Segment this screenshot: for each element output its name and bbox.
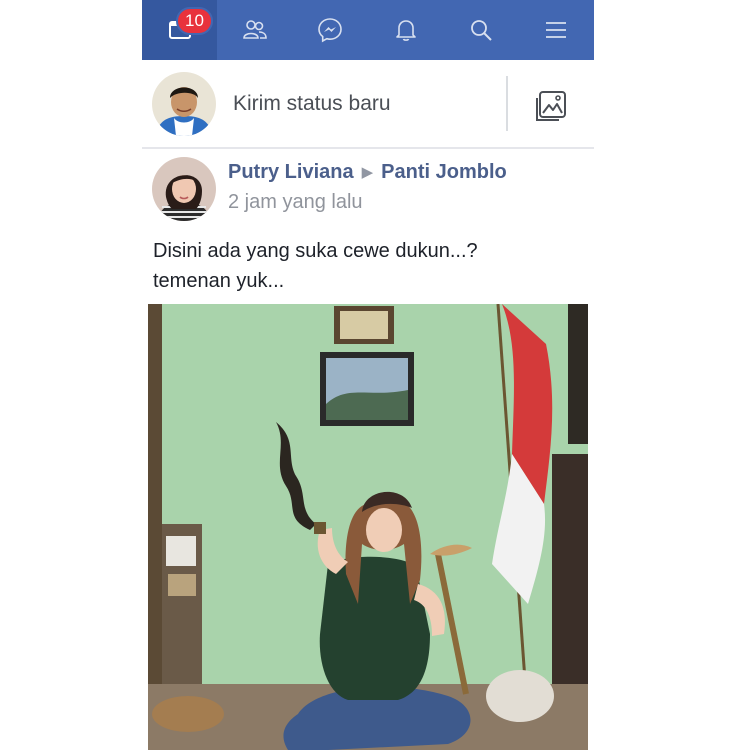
- status-input[interactable]: Kirim status baru: [233, 92, 391, 116]
- tab-search[interactable]: [443, 0, 518, 60]
- post-text-line: Disini ada yang suka cewe dukun...?: [153, 240, 478, 262]
- tab-notifications[interactable]: [368, 0, 443, 60]
- bell-icon: [395, 20, 416, 41]
- author-avatar[interactable]: [152, 157, 216, 221]
- tab-friends[interactable]: [217, 0, 292, 60]
- photo-icon[interactable]: [534, 89, 568, 123]
- tab-news-feed[interactable]: 10: [142, 0, 218, 60]
- top-nav-bar: 10: [142, 0, 594, 60]
- post-timestamp[interactable]: 2 jam yang lalu: [228, 191, 363, 214]
- post-photo[interactable]: [148, 304, 588, 750]
- search-icon: [471, 20, 492, 41]
- messenger-icon: [318, 18, 343, 43]
- divider: [506, 76, 508, 131]
- facebook-app: 10 Kirim status baru Putry Liviana ▶ Pan…: [142, 0, 594, 750]
- friends-icon: [243, 20, 267, 39]
- menu-icon: [546, 22, 567, 38]
- author-name-link[interactable]: Putry Liviana: [228, 161, 354, 183]
- post-author-line: Putry Liviana ▶ Panti Jomblo: [228, 161, 507, 184]
- tab-menu[interactable]: [519, 0, 594, 60]
- post-text: Disini ada yang suka cewe dukun...? teme…: [153, 236, 583, 296]
- user-avatar[interactable]: [152, 72, 216, 136]
- group-name-link[interactable]: Panti Jomblo: [381, 161, 507, 183]
- share-arrow-icon: ▶: [361, 164, 374, 181]
- tab-messenger[interactable]: [293, 0, 368, 60]
- post-text-line: temenan yuk...: [153, 270, 285, 292]
- status-composer: Kirim status baru: [142, 60, 594, 149]
- notification-badge: 10: [176, 7, 213, 35]
